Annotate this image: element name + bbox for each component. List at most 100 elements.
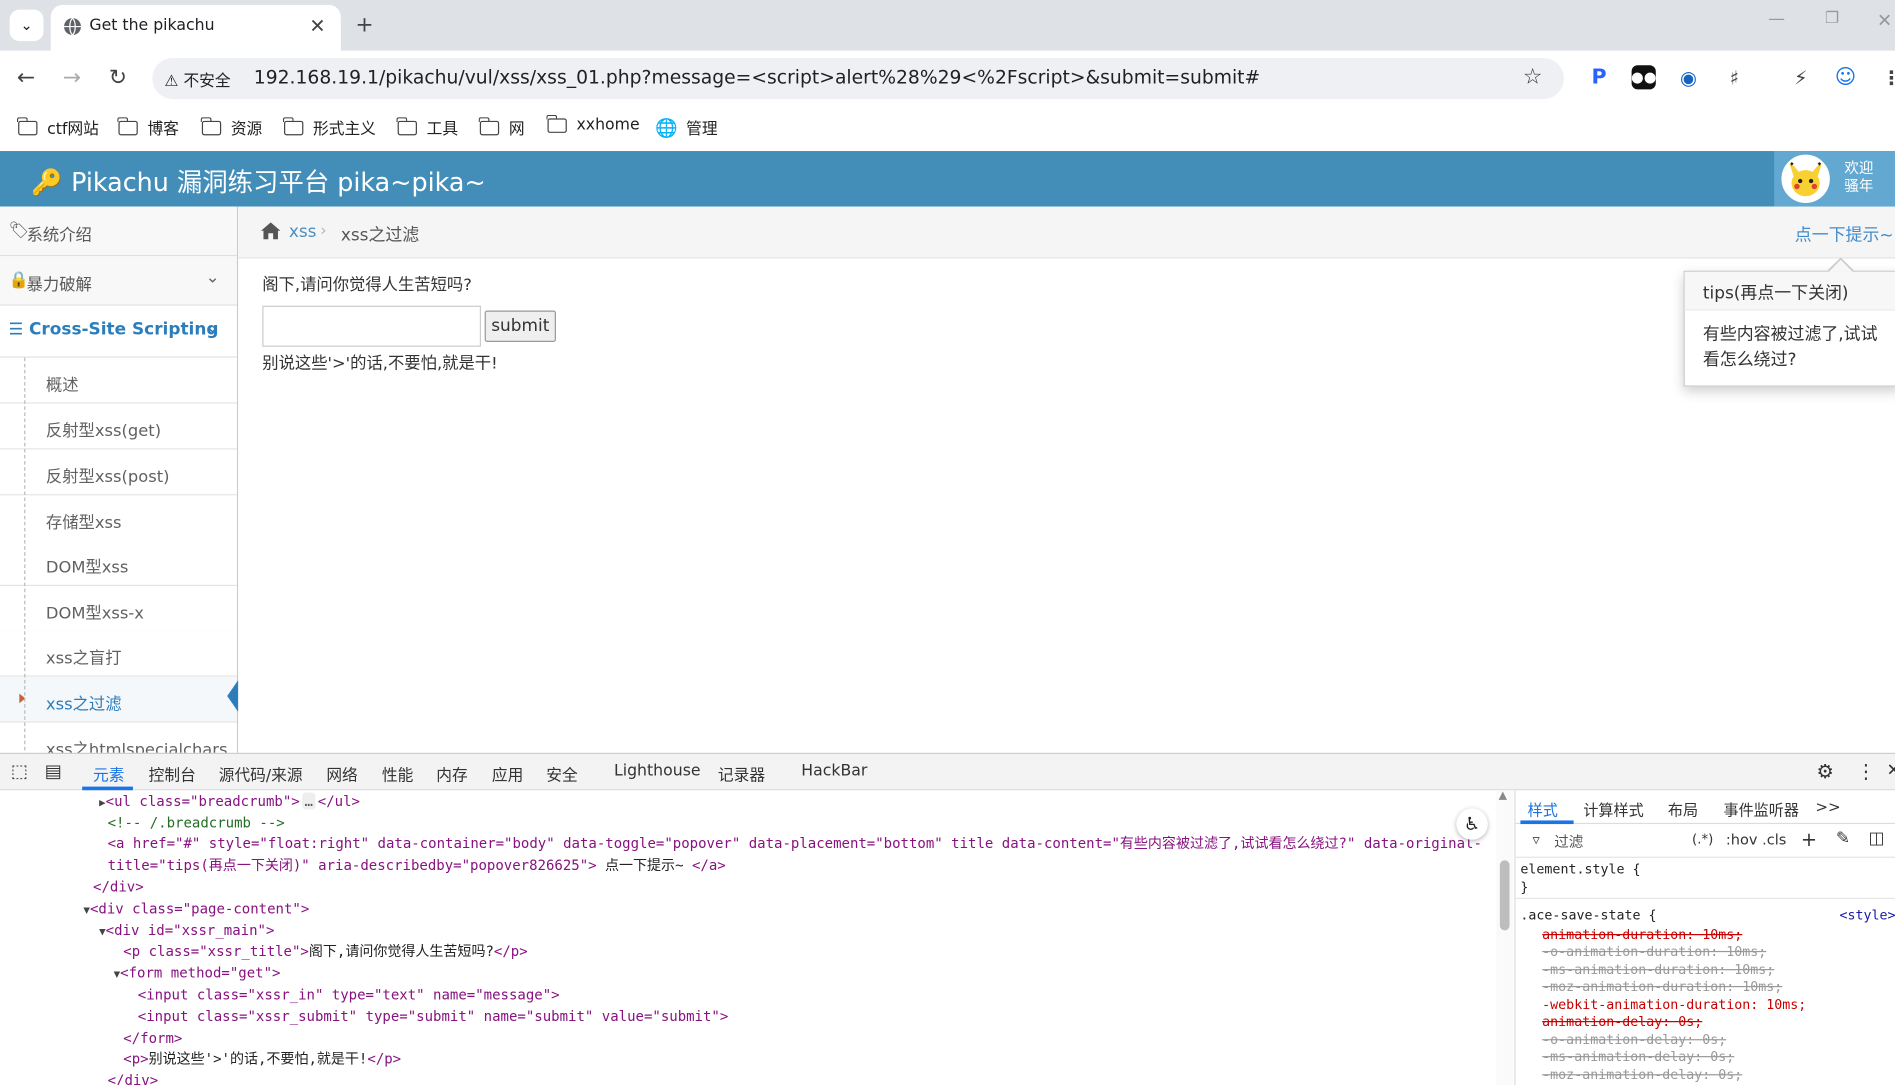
p-extension-icon[interactable]: P	[1586, 65, 1612, 90]
styles-tab-more[interactable]: >>	[1815, 797, 1840, 815]
bookmark-folder[interactable]: ctf网站	[17, 116, 99, 139]
dom-node-xssr-main[interactable]: ▼<div id="xssr_main">	[99, 920, 274, 942]
dom-node-close-form[interactable]: </form>	[123, 1027, 182, 1049]
sidebar-subitem[interactable]: 反射型xss(get)	[0, 403, 237, 450]
sidebar-subitem[interactable]: DOM型xss-x	[0, 586, 237, 632]
close-window-icon[interactable]: ✕	[1877, 10, 1892, 32]
message-input[interactable]	[262, 305, 482, 347]
inspect-element-icon[interactable]: ⬚	[11, 760, 28, 782]
translate-extension-icon[interactable]: ◉	[1676, 65, 1701, 90]
more-menu-icon[interactable]: ⋮	[1879, 65, 1895, 90]
close-tab-icon[interactable]: ✕	[309, 14, 325, 37]
devtools-tab-network[interactable]: 网络	[326, 762, 357, 785]
sidebar-subitem-active[interactable]: xss之过滤	[0, 676, 239, 723]
dom-node-page-content[interactable]: ▼<div class="page-content">	[83, 898, 309, 920]
dom-node-p-output[interactable]: <p>别说这些'>'的话,不要怕,就是干!</p>	[123, 1048, 401, 1070]
dom-node-a-hint[interactable]: <a href="#" style="float:right" data-con…	[108, 833, 1482, 855]
devtools-tab-hackbar[interactable]: HackBar	[801, 762, 867, 780]
scrollbar-thumb[interactable]	[1499, 860, 1510, 931]
device-toolbar-icon[interactable]: ▤	[45, 760, 62, 782]
collapsed-ellipsis[interactable]: …	[302, 793, 316, 810]
rule-selector[interactable]: .ace-save-state {	[1520, 906, 1656, 924]
devtools-tab-application[interactable]: 应用	[492, 762, 523, 785]
dom-node-p-title[interactable]: <p class="xssr_title">阁下,请问你觉得人生苦短吗?</p>	[123, 940, 527, 962]
sidebar-subitem[interactable]: DOM型xss	[0, 540, 237, 587]
devtools-tab-performance[interactable]: 性能	[382, 762, 413, 785]
css-property-invalid[interactable]: -o-animation-duration: 10ms;	[1542, 942, 1766, 960]
new-tab-plus-icon[interactable]: +	[355, 12, 373, 37]
css-property-overridden[interactable]: animation-delay: 0s;	[1542, 1013, 1702, 1031]
not-secure-badge[interactable]: ⚠ 不安全	[164, 68, 230, 90]
styles-tab-styles[interactable]: 样式	[1528, 797, 1558, 820]
new-style-rule-button[interactable]: +	[1801, 828, 1817, 851]
address-bar[interactable]: ⚠ 不安全 192.168.19.1/pikachu/vul/xss/xss_0…	[152, 57, 1564, 100]
dom-node-close-div[interactable]: </div>	[93, 876, 144, 898]
toggle-sidebar-icon[interactable]: ◫	[1868, 829, 1884, 848]
devtools-tab-lighthouse[interactable]: Lighthouse	[614, 762, 701, 780]
sidebar-item-intro[interactable]: 🏷 系统介绍	[0, 206, 237, 257]
sidebar-item-brute-force[interactable]: 🔒 暴力破解 ⌄	[0, 256, 237, 306]
sidebar-subitem[interactable]: 概述	[0, 357, 237, 404]
accessibility-icon[interactable]: ♿	[1456, 808, 1488, 840]
rule-source-link[interactable]: <style>	[1839, 906, 1895, 924]
elements-scrollbar[interactable]: ▲	[1496, 790, 1514, 1085]
breadcrumb-link-xss[interactable]: xss	[289, 222, 317, 241]
reload-icon[interactable]: ↻	[109, 65, 127, 90]
styles-tab-layout[interactable]: 布局	[1668, 797, 1698, 820]
bookmark-folder[interactable]: 网	[479, 116, 525, 139]
cls-button[interactable]: .cls	[1762, 831, 1786, 848]
devtools-tab-recorder[interactable]: 记录器	[718, 762, 765, 785]
bookmark-folder[interactable]: xxhome	[546, 114, 640, 134]
devtools-tab-sources[interactable]: 源代码/来源	[219, 762, 303, 785]
devtools-tab-console[interactable]: 控制台	[149, 762, 196, 785]
bookmark-folder[interactable]: 博客	[117, 116, 179, 139]
site-brand[interactable]: 🔑 Pikachu 漏洞练习平台 pika~pika~	[31, 163, 485, 199]
close-devtools-icon[interactable]: ✕	[1887, 761, 1895, 780]
profile-avatar-icon[interactable]: ☺	[1833, 65, 1858, 90]
css-property-active[interactable]: -webkit-animation-duration: 10ms;	[1542, 996, 1806, 1014]
paint-brush-icon[interactable]: ✎	[1836, 829, 1850, 848]
hov-button[interactable]: :hov	[1726, 831, 1758, 848]
css-property-invalid[interactable]: -o-animation-delay: 0s;	[1542, 1031, 1726, 1049]
css-property-invalid[interactable]: -ms-animation-duration: 10ms;	[1542, 961, 1774, 979]
sidebar-subitem[interactable]: 存储型xss	[0, 495, 237, 542]
dom-node-input-submit[interactable]: <input class="xssr_submit" type="submit"…	[138, 1005, 729, 1027]
user-menu[interactable]: 欢迎 骚年	[1774, 151, 1895, 207]
css-property-invalid[interactable]: -ms-animation-delay: 0s;	[1542, 1048, 1734, 1066]
sidebar-item-xss[interactable]: ☰ Cross-Site Scripting ⌄	[0, 305, 237, 358]
dom-node-input-text[interactable]: <input class="xssr_in" type="text" name=…	[138, 984, 560, 1006]
dom-node-a-hint-cont[interactable]: title="tips(再点一下关闭)" aria-describedby="p…	[108, 854, 726, 876]
tips-popover[interactable]: tips(再点一下关闭) 有些内容被过滤了,试试看怎么绕过?	[1683, 270, 1895, 387]
forward-arrow-icon[interactable]: →	[63, 65, 81, 90]
extension-icon[interactable]: ●●	[1631, 65, 1656, 90]
dom-node-close-div[interactable]: </div>	[108, 1069, 159, 1085]
gear-icon[interactable]: ⚙	[1817, 760, 1834, 783]
styles-tab-computed[interactable]: 计算样式	[1583, 797, 1643, 820]
more-vertical-icon[interactable]: ⋮	[1856, 760, 1875, 783]
regex-toggle-icon[interactable]: (.*)	[1692, 831, 1713, 847]
submit-button[interactable]: submit	[484, 310, 556, 342]
dom-node-ul-breadcrumb[interactable]: ▶<ul class="breadcrumb">… </ul>	[99, 790, 360, 812]
bookmark-link[interactable]: 🌐 管理	[655, 116, 717, 139]
tab-search-button[interactable]: ⌄	[9, 9, 44, 42]
element-style-selector[interactable]: element.style {	[1520, 860, 1640, 878]
sidebar-subitem[interactable]: 反射型xss(post)	[0, 449, 237, 496]
dom-node-comment[interactable]: <!-- /.breadcrumb -->	[108, 812, 285, 834]
hint-link[interactable]: 点一下提示~	[1795, 222, 1894, 246]
browser-tab-active[interactable]: Get the pikachu ✕	[50, 4, 341, 51]
devtools-tab-security[interactable]: 安全	[546, 762, 577, 785]
bookmark-folder[interactable]: 形式主义	[283, 116, 376, 139]
back-arrow-icon[interactable]: ←	[17, 65, 35, 90]
css-property-overridden[interactable]: animation-duration: 10ms;	[1542, 926, 1742, 944]
dom-node-form[interactable]: ▼<form method="get">	[114, 962, 281, 984]
url-text[interactable]: 192.168.19.1/pikachu/vul/xss/xss_01.php?…	[254, 66, 1260, 88]
bookmark-folder[interactable]: 资源	[201, 116, 262, 139]
puzzle-extensions-icon[interactable]: ♯	[1722, 65, 1747, 90]
minimize-icon[interactable]: —	[1768, 10, 1785, 29]
bookmark-folder[interactable]: 工具	[396, 116, 458, 139]
css-property-invalid[interactable]: -moz-animation-duration: 10ms;	[1542, 978, 1782, 996]
styles-filter-input[interactable]: 过滤	[1554, 831, 1583, 852]
styles-tab-event-listeners[interactable]: 事件监听器	[1723, 797, 1799, 820]
bookmark-star-icon[interactable]: ☆	[1523, 64, 1543, 89]
css-property-invalid[interactable]: -moz-animation-delay: 0s;	[1542, 1066, 1742, 1084]
